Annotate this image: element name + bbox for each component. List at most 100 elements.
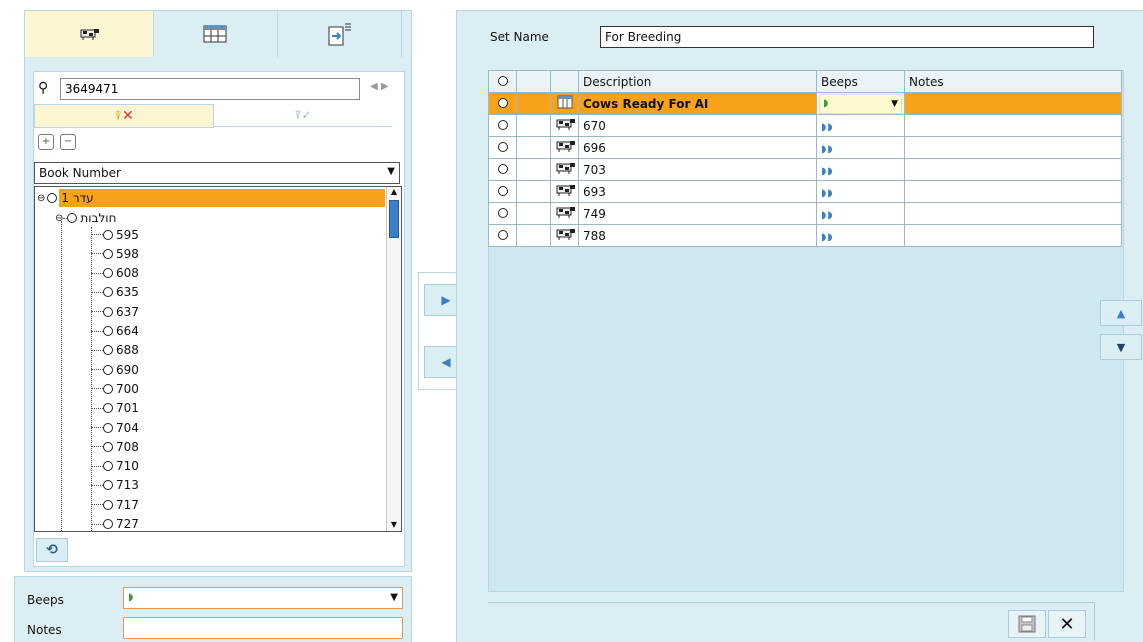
row-notes[interactable] bbox=[904, 180, 1122, 203]
tree-item-radio[interactable] bbox=[103, 248, 113, 259]
row-radio[interactable] bbox=[497, 163, 508, 174]
table-row[interactable]: 703 ◗◗ bbox=[488, 158, 1122, 181]
save-button[interactable] bbox=[1008, 610, 1046, 638]
tree-item-radio[interactable] bbox=[103, 364, 113, 375]
tree-item[interactable]: 635 bbox=[91, 283, 139, 302]
animal-tree[interactable]: ⊖ עדר 1 ⊖ חולבות 595 598 608 635 637 664 688 69… bbox=[34, 186, 402, 532]
header-beeps[interactable]: Beeps bbox=[816, 70, 905, 93]
tree-item-radio[interactable] bbox=[103, 499, 113, 510]
row-select-cell[interactable] bbox=[488, 180, 517, 203]
row-notes[interactable] bbox=[904, 224, 1122, 247]
table-row[interactable]: 696 ◗◗ bbox=[488, 136, 1122, 159]
row-radio[interactable] bbox=[497, 141, 508, 152]
tree-scrollbar[interactable]: ▲ ▼ bbox=[386, 187, 401, 531]
tab-import[interactable] bbox=[277, 11, 402, 57]
collapse-all-button[interactable]: − bbox=[60, 134, 76, 150]
tree-item-radio[interactable] bbox=[103, 519, 113, 529]
select-all-radio[interactable] bbox=[497, 75, 508, 86]
row-notes[interactable] bbox=[904, 202, 1122, 225]
tree-item[interactable]: 637 bbox=[91, 302, 139, 321]
table-row[interactable]: 749 ◗◗ bbox=[488, 202, 1122, 225]
close-button[interactable]: ✕ bbox=[1048, 610, 1086, 638]
tree-item-radio[interactable] bbox=[103, 287, 113, 298]
row-description[interactable]: 749 bbox=[578, 202, 817, 225]
row-select-cell[interactable] bbox=[488, 224, 517, 247]
tree-item[interactable]: 710 bbox=[91, 457, 139, 476]
row-select-cell[interactable] bbox=[488, 158, 517, 181]
sort-by-select[interactable]: Book Number ▼ bbox=[34, 162, 400, 184]
row-beeps[interactable]: ◗◗ bbox=[816, 136, 905, 159]
tree-item-radio[interactable] bbox=[103, 422, 113, 433]
tree-item-radio[interactable] bbox=[103, 306, 113, 317]
row-radio[interactable] bbox=[497, 207, 508, 218]
tree-item-radio[interactable] bbox=[103, 383, 113, 394]
header-notes[interactable]: Notes bbox=[904, 70, 1122, 93]
row-description[interactable]: 696 bbox=[578, 136, 817, 159]
row-description[interactable]: 788 bbox=[578, 224, 817, 247]
tab-groups[interactable] bbox=[153, 11, 278, 57]
tree-item[interactable]: 608 bbox=[91, 264, 139, 283]
filter-tab-clear[interactable]: ⍒ ✕ bbox=[34, 104, 214, 128]
row-select-cell[interactable] bbox=[488, 136, 517, 159]
tree-item[interactable]: 700 bbox=[91, 379, 139, 398]
tree-item[interactable]: 727 bbox=[91, 515, 139, 531]
tree-item[interactable]: 598 bbox=[91, 244, 139, 263]
tree-item[interactable]: 690 bbox=[91, 360, 139, 379]
scroll-up-arrow[interactable]: ▲ bbox=[387, 187, 401, 196]
row-notes[interactable] bbox=[904, 114, 1122, 137]
tree-item-radio[interactable] bbox=[103, 345, 113, 356]
tree-item[interactable]: 717 bbox=[91, 495, 139, 514]
search-input[interactable] bbox=[60, 78, 360, 100]
table-row[interactable]: 693 ◗◗ bbox=[488, 180, 1122, 203]
row-notes[interactable] bbox=[904, 158, 1122, 181]
beeps-select[interactable]: ◗ ▼ bbox=[123, 587, 403, 609]
move-up-button[interactable]: ▲ bbox=[1100, 300, 1142, 326]
row-beeps[interactable]: ◗◗ bbox=[816, 114, 905, 137]
row-description[interactable]: 670 bbox=[578, 114, 817, 137]
tree-group-radio[interactable] bbox=[67, 213, 78, 223]
row-beeps[interactable]: ◗◗ bbox=[816, 158, 905, 181]
row-description[interactable]: 693 bbox=[578, 180, 817, 203]
tree-item-radio[interactable] bbox=[103, 441, 113, 452]
tree-item-radio[interactable] bbox=[103, 461, 113, 472]
tree-item[interactable]: 713 bbox=[91, 476, 139, 495]
select-all-cell[interactable] bbox=[488, 70, 517, 93]
row-notes[interactable] bbox=[904, 92, 1122, 115]
notes-input[interactable] bbox=[123, 617, 403, 639]
row-radio[interactable] bbox=[497, 119, 508, 130]
row-radio[interactable] bbox=[497, 185, 508, 196]
collapse-icon[interactable]: ⊖ bbox=[37, 193, 45, 204]
scroll-down-arrow[interactable]: ▼ bbox=[387, 520, 401, 529]
table-row[interactable]: 788 ◗◗ bbox=[488, 224, 1122, 247]
row-radio[interactable] bbox=[497, 229, 508, 240]
refresh-button[interactable]: ⟲ bbox=[36, 538, 68, 562]
row-radio[interactable] bbox=[497, 97, 508, 108]
row-beeps[interactable]: ◗◗ bbox=[816, 202, 905, 225]
filter-tab-apply[interactable]: ⍒✓ bbox=[214, 104, 392, 127]
scroll-thumb[interactable] bbox=[389, 200, 399, 238]
tree-item[interactable]: 688 bbox=[91, 341, 139, 360]
expand-all-button[interactable]: + bbox=[38, 134, 54, 150]
tab-animals[interactable] bbox=[25, 11, 154, 57]
tree-item[interactable]: 701 bbox=[91, 399, 139, 418]
set-name-input[interactable]: For Breeding bbox=[600, 26, 1094, 48]
row-select-cell[interactable] bbox=[488, 92, 517, 115]
row-select-cell[interactable] bbox=[488, 114, 517, 137]
tree-item[interactable]: 704 bbox=[91, 418, 139, 437]
row-description[interactable]: 703 bbox=[578, 158, 817, 181]
row-select-cell[interactable] bbox=[488, 202, 517, 225]
row-beeps[interactable]: ◗ ▼ bbox=[816, 92, 905, 115]
tree-root-radio[interactable] bbox=[47, 193, 58, 203]
tree-item-radio[interactable] bbox=[103, 480, 113, 491]
header-description[interactable]: Description bbox=[578, 70, 817, 93]
tree-item-radio[interactable] bbox=[103, 326, 113, 336]
table-row[interactable]: Cows Ready For AI ◗ ▼ bbox=[488, 92, 1122, 115]
tree-item-radio[interactable] bbox=[103, 268, 113, 279]
collapse-icon[interactable]: ⊖ bbox=[55, 213, 63, 224]
chevron-down-icon[interactable]: ▼ bbox=[891, 99, 898, 109]
tree-item-radio[interactable] bbox=[103, 229, 113, 240]
row-notes[interactable] bbox=[904, 136, 1122, 159]
row-beeps[interactable]: ◗◗ bbox=[816, 224, 905, 247]
row-description[interactable]: Cows Ready For AI bbox=[578, 92, 817, 115]
row-beeps[interactable]: ◗◗ bbox=[816, 180, 905, 203]
